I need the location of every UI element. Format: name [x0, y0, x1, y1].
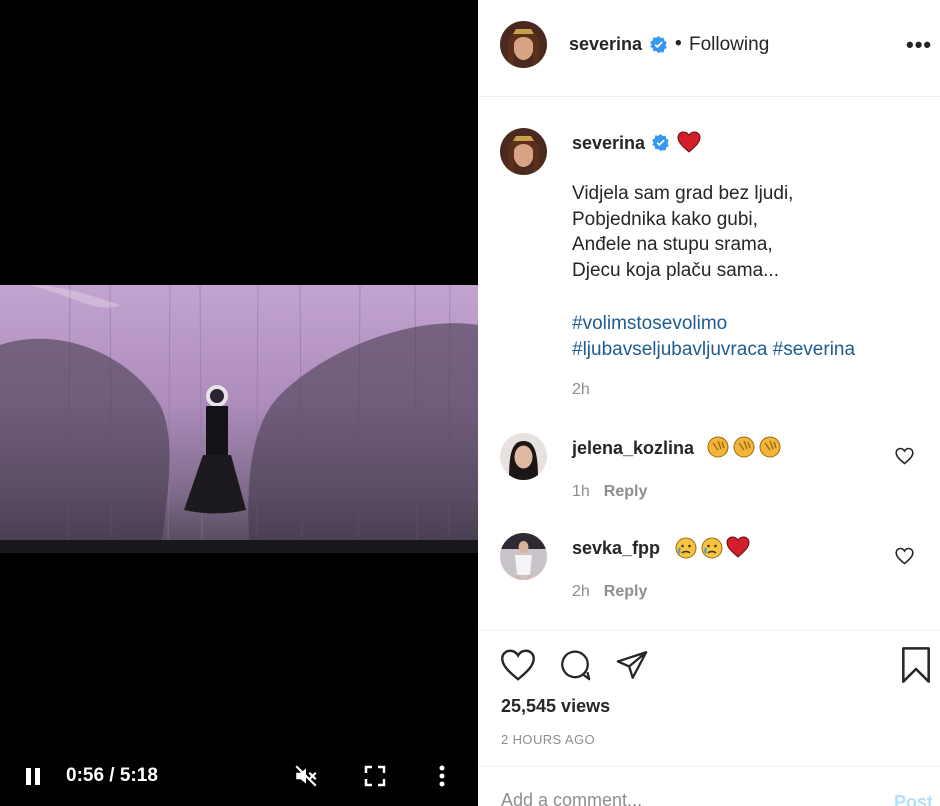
post-options-button[interactable]: ••• — [906, 32, 932, 58]
paper-plane-icon — [616, 651, 648, 679]
caption-timestamp[interactable]: 2h — [572, 381, 590, 399]
comment-username[interactable]: jelena_kozlina — [572, 438, 694, 459]
share-button[interactable] — [614, 648, 650, 687]
video-time: 0:56 / 5:18 — [66, 765, 158, 786]
muted-speaker-icon — [295, 765, 317, 787]
post-side-panel: severina • Following ••• severina Vidjel… — [478, 0, 940, 806]
fullscreen-icon — [364, 765, 386, 787]
verified-badge-icon — [650, 36, 667, 58]
heart-outline-icon — [501, 649, 535, 681]
comment-meta: 2h Reply — [572, 583, 647, 601]
post-comment-button[interactable]: Post — [894, 792, 933, 806]
video-more-button[interactable] — [430, 760, 454, 792]
caption-line: Djecu koja plaču sama... — [572, 259, 779, 281]
bookmark-icon — [902, 647, 930, 683]
hashtags: #volimstosevolimo #ljubavseljubavljuvrac… — [572, 311, 855, 362]
caption-line: Vidjela sam grad bez ljudi, — [572, 183, 794, 204]
divider — [478, 766, 940, 767]
caption-username[interactable]: severina — [572, 133, 645, 154]
reply-button[interactable]: Reply — [604, 583, 648, 600]
red-heart-emoji-icon — [726, 536, 750, 558]
save-button[interactable] — [900, 646, 932, 689]
like-comment-button[interactable] — [895, 447, 914, 470]
heart-outline-icon — [895, 547, 914, 565]
comment-emojis — [706, 434, 782, 458]
comment-emojis — [674, 536, 750, 560]
crying-face-emoji-icon — [675, 537, 697, 559]
comment-button[interactable] — [557, 648, 593, 687]
add-comment-input[interactable] — [501, 790, 861, 806]
hashtag-link[interactable]: #volimstosevolimo — [572, 313, 727, 334]
clapping-hands-emoji-icon — [733, 436, 755, 458]
header-username[interactable]: severina — [569, 34, 642, 55]
more-vertical-icon — [439, 765, 445, 787]
clapping-hands-emoji-icon — [707, 436, 729, 458]
hashtag-link[interactable]: #ljubavseljubavljuvraca — [572, 339, 767, 360]
concert-scene-image — [0, 285, 478, 553]
caption-line: Anđele na stupu srama, — [572, 234, 773, 255]
following-button[interactable]: Following — [689, 34, 769, 56]
caption-line: Pobjednika kako gubi, — [572, 208, 758, 230]
fullscreen-button[interactable] — [360, 760, 390, 792]
video-frame — [0, 285, 478, 553]
post-timestamp[interactable]: 2 HOURS AGO — [501, 732, 595, 747]
red-heart-emoji-icon — [677, 131, 701, 158]
hashtag-link[interactable]: #severina — [773, 339, 855, 360]
pause-button[interactable] — [18, 762, 48, 790]
caption-text: Vidjela sam grad bez ljudi, Pobjednika k… — [572, 181, 793, 283]
view-count[interactable]: 25,545 views — [501, 696, 610, 717]
pause-icon — [26, 767, 31, 785]
video-controls: 0:56 / 5:18 — [0, 750, 478, 802]
post-header: severina • Following ••• — [478, 0, 940, 97]
heart-outline-icon — [895, 447, 914, 465]
avatar[interactable] — [500, 21, 547, 68]
comment-time[interactable]: 1h — [572, 483, 590, 500]
comment-meta: 1h Reply — [572, 483, 647, 501]
verified-badge-icon — [652, 134, 669, 156]
mute-button[interactable] — [290, 760, 322, 792]
commenter-avatar[interactable] — [500, 433, 547, 480]
comment-username[interactable]: sevka_fpp — [572, 538, 660, 559]
caption-avatar[interactable] — [500, 128, 547, 175]
like-button[interactable] — [500, 648, 536, 687]
crying-face-emoji-icon — [701, 537, 723, 559]
reply-button[interactable]: Reply — [604, 483, 648, 500]
commenter-avatar[interactable] — [500, 533, 547, 580]
separator-dot: • — [675, 33, 682, 54]
video-player[interactable]: 0:56 / 5:18 — [0, 0, 478, 806]
comment-bubble-icon — [561, 650, 591, 681]
divider — [478, 630, 940, 631]
comment-time[interactable]: 2h — [572, 583, 590, 600]
like-comment-button[interactable] — [895, 547, 914, 570]
clapping-hands-emoji-icon — [759, 436, 781, 458]
